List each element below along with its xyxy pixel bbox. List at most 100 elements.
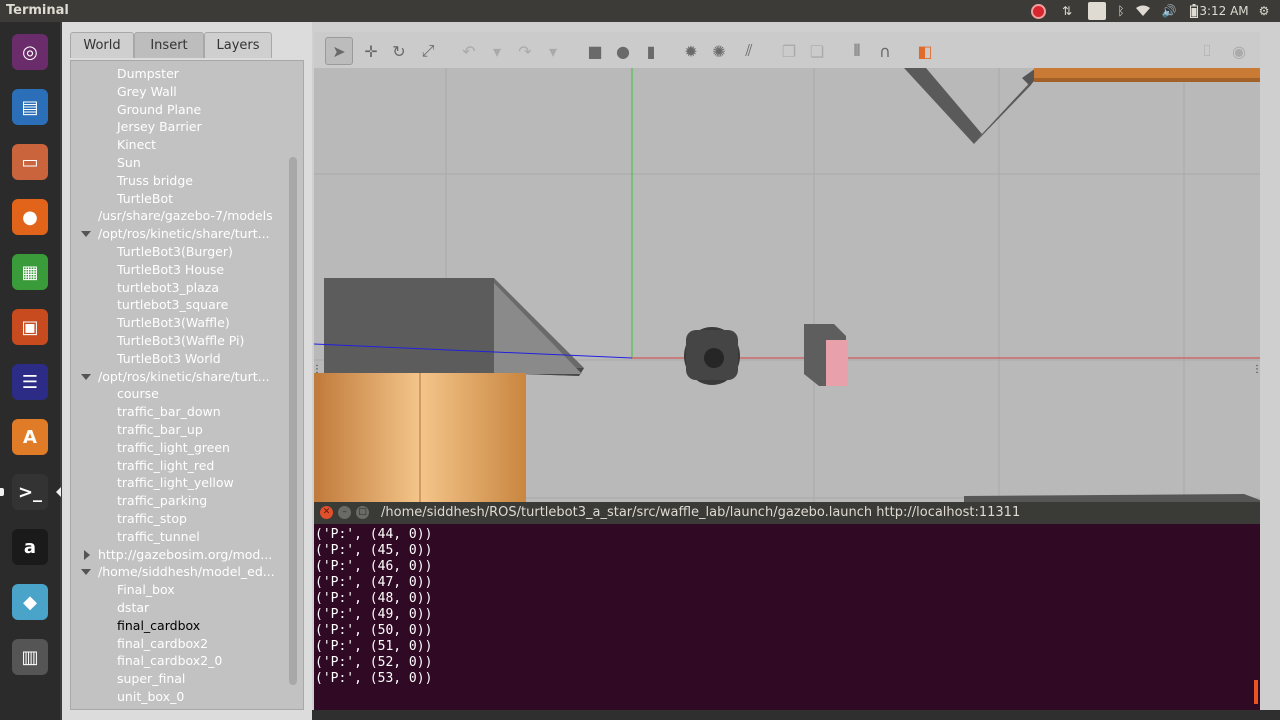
undo-dropdown-icon[interactable]: ▾	[486, 40, 508, 62]
tree-item[interactable]: /home/siddhesh/model_ed...	[71, 563, 287, 581]
tree-item[interactable]: traffic_light_red	[71, 457, 287, 475]
tree-item[interactable]: Truss bridge	[71, 172, 287, 190]
panel-tabs: World Insert Layers	[62, 32, 312, 58]
tree-item[interactable]: dstar	[71, 599, 287, 617]
launcher-ubuntu-dash[interactable]: ◎	[6, 28, 54, 76]
3d-viewport[interactable]: ⋮ ⋮	[314, 68, 1260, 546]
tree-item[interactable]: TurtleBot3(Burger)	[71, 243, 287, 261]
tree-item[interactable]: Final_box	[71, 581, 287, 599]
tree-item[interactable]: traffic_light_yellow	[71, 474, 287, 492]
launcher-eclipse[interactable]: ☰	[6, 358, 54, 406]
terminal-line: ('P:', (53, 0))	[315, 671, 433, 686]
tree-scrollbar[interactable]	[289, 157, 297, 685]
tree-item[interactable]: unit_box_0	[71, 688, 287, 706]
expand-arrow-down-icon[interactable]	[81, 569, 91, 576]
tree-item[interactable]: Jersey Barrier	[71, 118, 287, 136]
left-splitter-handle[interactable]: ⋮	[314, 364, 322, 375]
redo-icon[interactable]: ↷	[514, 40, 536, 62]
tree-item[interactable]: traffic_tunnel	[71, 528, 287, 546]
cylinder-shape-icon[interactable]: ▮	[640, 40, 662, 62]
maximize-icon[interactable]: □	[356, 506, 369, 519]
collapse-arrow-right-icon[interactable]	[84, 549, 90, 560]
launcher-software-center[interactable]: A	[6, 413, 54, 461]
launcher-libreoffice-writer[interactable]: ▤	[6, 83, 54, 131]
launcher-libreoffice-calc[interactable]: ▦	[6, 248, 54, 296]
terminal-line: ('P:', (49, 0))	[315, 607, 433, 622]
launcher-firefox[interactable]: ●	[6, 193, 54, 241]
tab-insert[interactable]: Insert	[134, 32, 204, 58]
amazon-icon: a	[12, 529, 48, 565]
snap-icon[interactable]: ∩	[874, 40, 896, 62]
tree-item[interactable]: final_cardbox2	[71, 635, 287, 653]
tree-item[interactable]: http://gazebosim.org/mod...	[71, 546, 287, 564]
expand-arrow-down-icon[interactable]	[81, 231, 91, 238]
tree-item[interactable]: super_final	[71, 670, 287, 688]
clock[interactable]: 3:12 AM	[1194, 2, 1254, 20]
scale-icon[interactable]: ⤢	[417, 40, 439, 62]
launcher-amazon[interactable]: a	[6, 523, 54, 571]
terminal-output[interactable]: ('P:', (44, 0)) ('P:', (45, 0)) ('P:', (46…	[314, 526, 1260, 710]
tree-item[interactable]: /usr/share/gazebo-7/models	[71, 207, 287, 225]
close-icon[interactable]: ✕	[320, 506, 333, 519]
launcher-gazebo[interactable]: ◆	[6, 578, 54, 626]
screenshot-icon[interactable]: ⌷	[1196, 40, 1218, 62]
launcher-files[interactable]: ▭	[6, 138, 54, 186]
launcher-workspace[interactable]: ▥	[6, 633, 54, 681]
tree-item[interactable]: final_cardbox	[71, 617, 287, 635]
tree-item[interactable]: TurtleBot3(Waffle Pi)	[71, 332, 287, 350]
tree-item[interactable]: Grey Wall	[71, 83, 287, 101]
tree-item[interactable]: Sun	[71, 154, 287, 172]
tree-item[interactable]: traffic_parking	[71, 492, 287, 510]
expand-arrow-down-icon[interactable]	[81, 373, 91, 380]
wifi-icon[interactable]	[1136, 2, 1150, 20]
system-gear-icon[interactable]: ⚙	[1256, 2, 1272, 20]
right-splitter-handle[interactable]: ⋮	[1252, 364, 1260, 375]
select-arrow-icon[interactable]: ➤	[325, 37, 353, 65]
redo-dropdown-icon[interactable]: ▾	[542, 40, 564, 62]
terminal-title: /home/siddhesh/ROS/turtlebot3_a_star/src…	[381, 505, 1021, 520]
align-icon[interactable]: ⫴	[846, 40, 868, 62]
tree-item[interactable]: TurtleBot3 House	[71, 261, 287, 279]
directional-light-icon[interactable]: ⫽	[738, 40, 760, 62]
spot-light-icon[interactable]: ✺	[708, 40, 730, 62]
record-icon[interactable]: ◉	[1228, 40, 1250, 62]
keyboard-layout-indicator[interactable]: En	[1088, 2, 1106, 20]
tree-item[interactable]: /opt/ros/kinetic/share/turt...	[71, 368, 287, 386]
sphere-shape-icon[interactable]: ●	[612, 40, 634, 62]
rotate-icon[interactable]: ↻	[388, 40, 410, 62]
copy-icon[interactable]: ❐	[778, 40, 800, 62]
tree-item[interactable]: traffic_bar_down	[71, 403, 287, 421]
minimize-icon[interactable]: –	[338, 506, 351, 519]
firefox-icon: ●	[12, 199, 48, 235]
record-indicator-icon[interactable]	[1029, 2, 1047, 20]
terminal-scroll-indicator[interactable]	[1254, 680, 1258, 704]
tab-world[interactable]: World	[70, 32, 134, 58]
tree-item[interactable]: /opt/ros/kinetic/share/turt...	[71, 225, 287, 243]
tree-item[interactable]: TurtleBot3(Waffle)	[71, 314, 287, 332]
tree-item[interactable]: Dumpster	[71, 65, 287, 83]
volume-icon[interactable]: 🔊	[1162, 2, 1177, 20]
launcher-terminal[interactable]: >_	[6, 468, 54, 516]
point-light-icon[interactable]: ✹	[680, 40, 702, 62]
network-arrows-icon[interactable]: ⇅	[1058, 2, 1076, 20]
tree-item[interactable]: TurtleBot	[71, 190, 287, 208]
view-angle-icon[interactable]: ◧	[914, 40, 936, 62]
tree-item[interactable]: TurtleBot3 World	[71, 350, 287, 368]
libreoffice-impress-icon: ▣	[12, 309, 48, 345]
tree-item[interactable]: traffic_bar_up	[71, 421, 287, 439]
tree-item[interactable]: Kinect	[71, 136, 287, 154]
tree-item[interactable]: turtlebot3_plaza	[71, 279, 287, 297]
tree-item[interactable]: traffic_stop	[71, 510, 287, 528]
tree-item[interactable]: course	[71, 385, 287, 403]
translate-icon[interactable]: ✛	[360, 40, 382, 62]
tab-layers[interactable]: Layers	[204, 32, 272, 58]
tree-item[interactable]: turtlebot3_square	[71, 296, 287, 314]
tree-item[interactable]: final_cardbox2_0	[71, 652, 287, 670]
paste-icon[interactable]: ❏	[806, 40, 828, 62]
launcher-libreoffice-impress[interactable]: ▣	[6, 303, 54, 351]
tree-item[interactable]: Ground Plane	[71, 101, 287, 119]
bluetooth-icon[interactable]: ᛒ	[1114, 2, 1128, 20]
box-shape-icon[interactable]: ■	[584, 40, 606, 62]
undo-icon[interactable]: ↶	[458, 40, 480, 62]
tree-item[interactable]: traffic_light_green	[71, 439, 287, 457]
